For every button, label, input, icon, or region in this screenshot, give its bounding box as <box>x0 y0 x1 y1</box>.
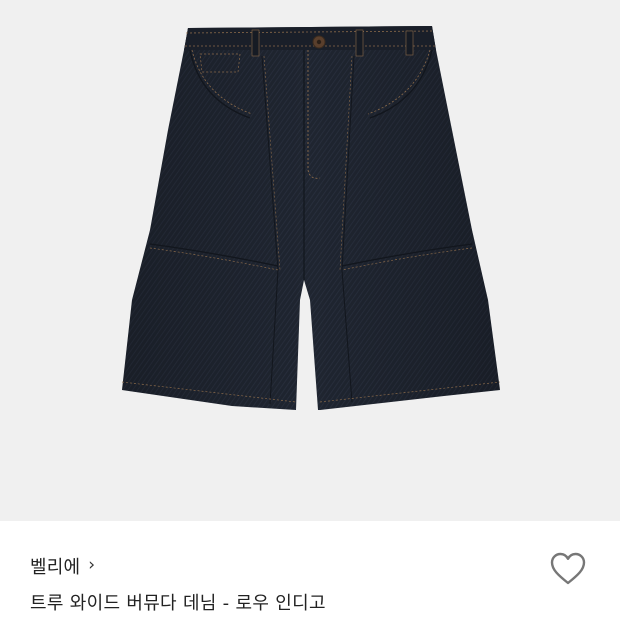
brand-link[interactable]: 벨리에 › <box>30 553 95 579</box>
product-image-area[interactable] <box>0 0 620 521</box>
heart-outline-icon[interactable] <box>550 552 586 586</box>
product-title[interactable]: 트루 와이드 버뮤다 데님 - 로우 인디고 <box>30 589 326 615</box>
product-info: 벨리에 › 트루 와이드 버뮤다 데님 - 로우 인디고 <box>0 521 620 620</box>
product-image-denim-shorts[interactable] <box>0 0 620 521</box>
waistband <box>184 26 436 50</box>
chevron-right-icon[interactable]: › <box>88 556 95 574</box>
wishlist-button[interactable] <box>549 550 587 588</box>
brand-name[interactable]: 벨리에 <box>30 553 80 579</box>
